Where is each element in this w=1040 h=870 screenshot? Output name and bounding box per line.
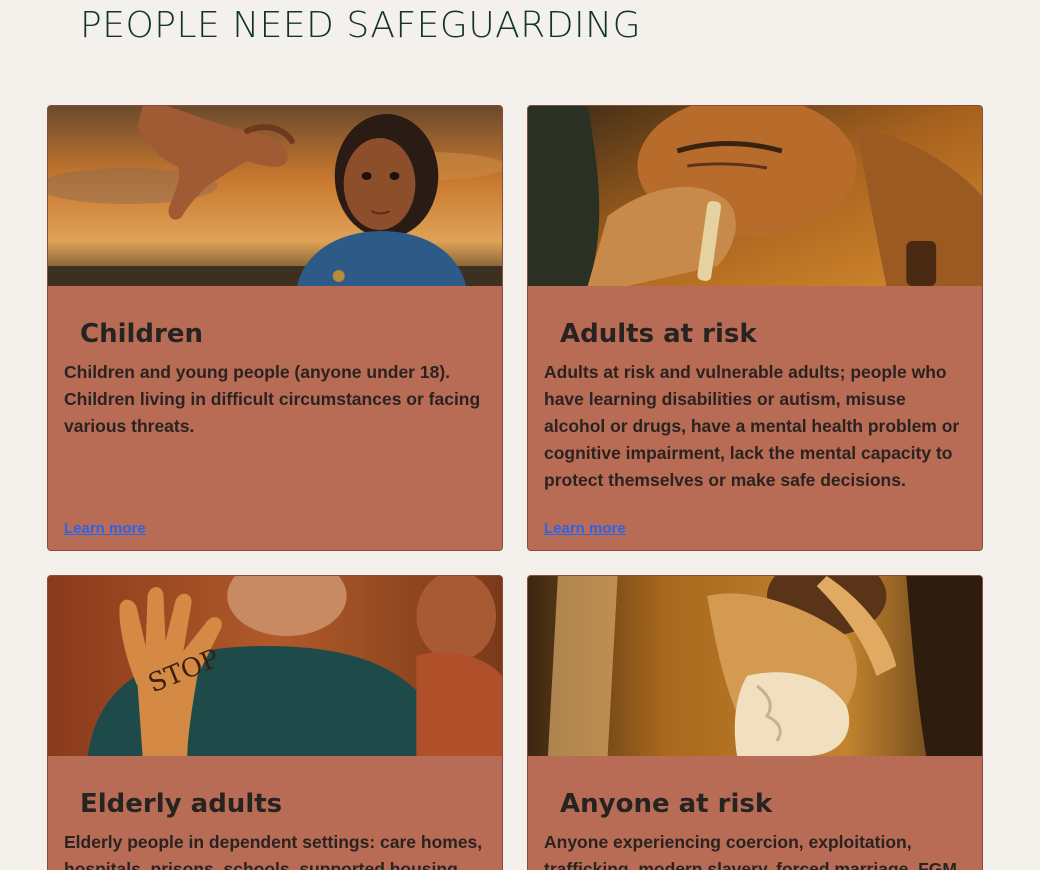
card-description: Anyone experiencing coercion, exploitati…: [544, 832, 957, 870]
card-description: Adults at risk and vulnerable adults; pe…: [544, 362, 960, 490]
card-image-elderly-adults: STOP: [48, 576, 502, 756]
painting-shielding-face-image: [528, 576, 982, 756]
card-title: Children: [80, 319, 203, 349]
painting-man-syringe-image: [528, 106, 982, 286]
card-title: Anyone at risk: [560, 789, 773, 819]
learn-more-link[interactable]: Learn more: [544, 520, 626, 537]
painting-elderly-stop-image: STOP: [48, 576, 502, 756]
page-title: PEOPLE NEED SAFEGUARDING: [80, 5, 641, 46]
card-elderly-adults: STOP Elderly adults Elderly people in de…: [47, 575, 503, 870]
card-description: Elderly people in dependent settings: ca…: [64, 832, 483, 870]
card-title: Elderly adults: [80, 789, 283, 819]
learn-more-link[interactable]: Learn more: [64, 520, 146, 537]
card-adults-at-risk: Adults at risk Adults at risk and vulner…: [527, 105, 983, 551]
card-children: Children Children and young people (anyo…: [47, 105, 503, 551]
card-anyone-at-risk: Anyone at risk Anyone experiencing coerc…: [527, 575, 983, 870]
card-image-children: [48, 106, 502, 286]
card-image-anyone-at-risk: [528, 576, 982, 756]
card-title: Adults at risk: [560, 319, 757, 349]
card-description: Children and young people (anyone under …: [64, 362, 481, 436]
painting-child-image: [48, 106, 502, 286]
card-image-adults-at-risk: [528, 106, 982, 286]
